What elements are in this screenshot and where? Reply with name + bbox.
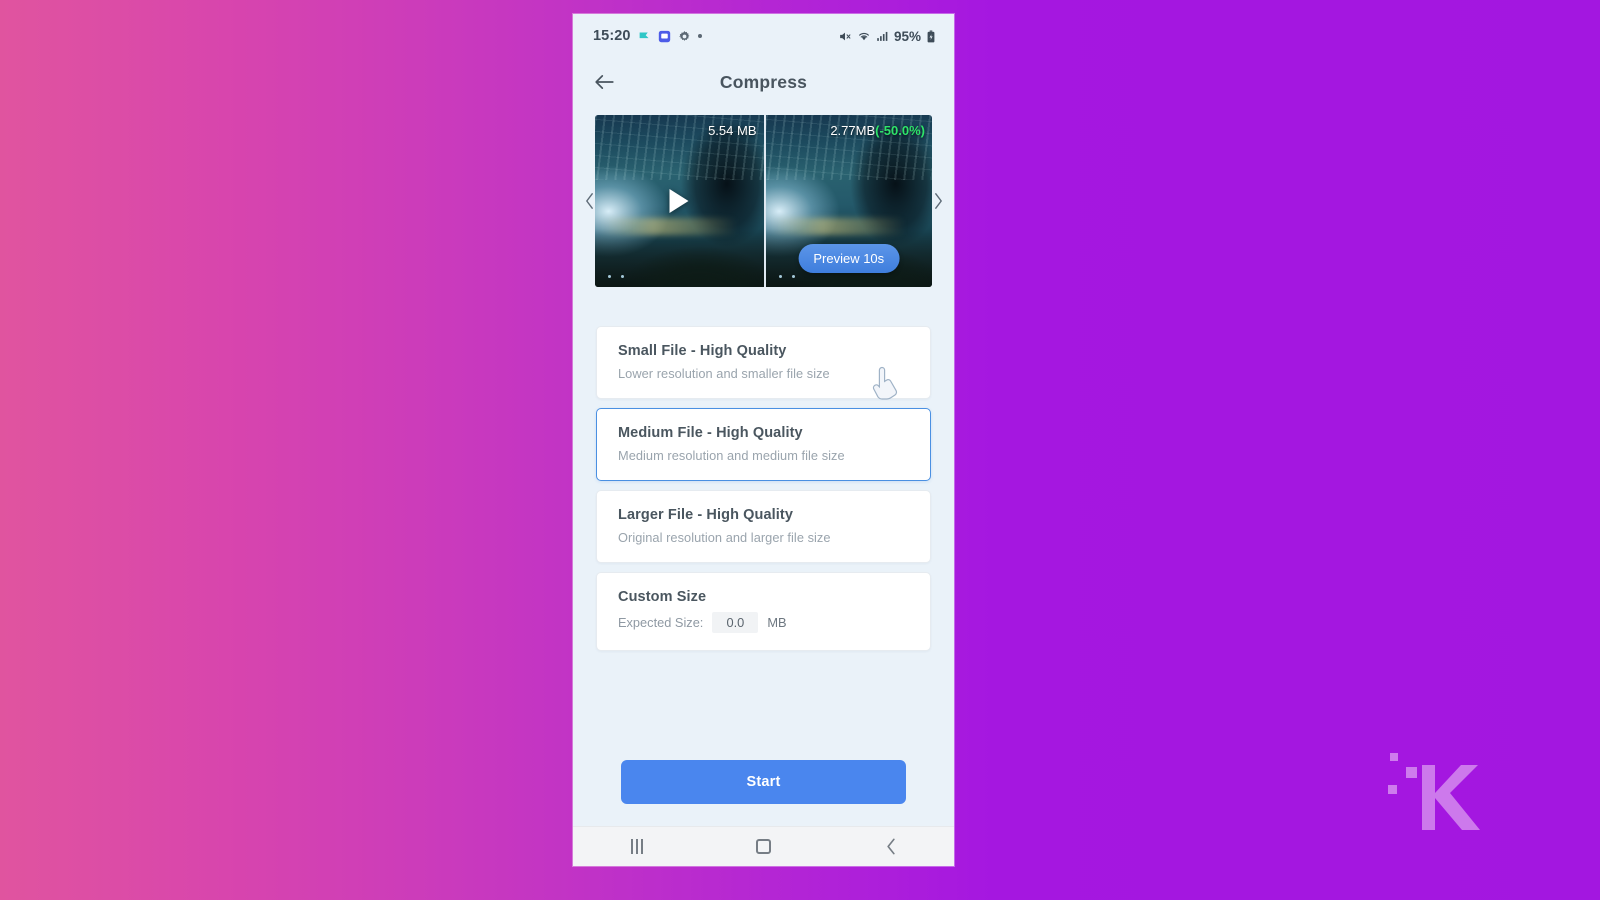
- original-video-thumbnail[interactable]: 5.54 MB: [595, 115, 764, 287]
- status-bar-left: 15:20: [593, 28, 702, 44]
- original-size-label: 5.54 MB: [708, 123, 757, 138]
- option-title: Larger File - High Quality: [618, 507, 794, 523]
- nav-back-icon[interactable]: [863, 827, 919, 867]
- app-bar: Compress: [573, 58, 954, 106]
- signal-icon: [876, 30, 889, 43]
- status-bar-right: 95%: [838, 29, 936, 44]
- option-subtitle: Medium resolution and medium file size: [618, 448, 845, 463]
- wifi-icon: [857, 30, 871, 43]
- chevron-right-icon[interactable]: [928, 184, 948, 218]
- video-streak-compressed: [772, 218, 906, 236]
- option-card-larger-file[interactable]: Larger File - High Quality Original reso…: [596, 490, 931, 563]
- option-subtitle: Lower resolution and smaller file size: [618, 366, 830, 381]
- back-arrow-icon[interactable]: [589, 67, 619, 97]
- battery-icon: [926, 29, 936, 43]
- page-backdrop: 15:20 95% Compress 5.54 MB 2.77MB(-50.0%…: [0, 0, 1600, 900]
- option-card-small-file[interactable]: Small File - High Quality Lower resoluti…: [596, 326, 931, 399]
- android-nav-bar: [573, 826, 954, 866]
- recents-icon[interactable]: [609, 827, 665, 867]
- chevron-left-icon[interactable]: [579, 184, 599, 218]
- page-title: Compress: [719, 71, 808, 92]
- option-card-custom-size[interactable]: Custom Size Expected Size: MB: [596, 572, 931, 651]
- option-title: Small File - High Quality: [618, 343, 787, 359]
- screenshot-icon: [658, 30, 671, 43]
- option-title: Medium File - High Quality: [618, 425, 803, 441]
- option-subtitle: Original resolution and larger file size: [618, 530, 831, 545]
- compressed-size-label: 2.77MB(-50.0%): [830, 123, 925, 138]
- mute-icon: [838, 30, 852, 43]
- dot-icon: [697, 34, 702, 38]
- video-specks-original: [608, 275, 625, 279]
- start-button-container: Start: [573, 760, 954, 804]
- gear-icon: [678, 30, 691, 43]
- phone-screen: 15:20 95% Compress 5.54 MB 2.77MB(-50.0%…: [573, 14, 954, 866]
- option-card-medium-file[interactable]: Medium File - High Quality Medium resolu…: [596, 408, 931, 481]
- expected-size-label: Expected Size:: [618, 615, 704, 630]
- compressed-video-thumbnail[interactable]: 2.77MB(-50.0%) Preview 10s: [763, 115, 932, 287]
- thumbnail-pair: 5.54 MB 2.77MB(-50.0%) Preview 10s: [595, 115, 932, 287]
- flag-icon: [638, 30, 651, 43]
- start-button[interactable]: Start: [621, 760, 906, 804]
- compressed-reduction-value: (-50.0%): [875, 123, 925, 138]
- video-specks-compressed: [778, 275, 795, 279]
- video-streak-original: [601, 218, 737, 236]
- status-bar: 15:20 95%: [573, 14, 954, 58]
- compression-options-list: Small File - High Quality Lower resoluti…: [573, 326, 954, 651]
- size-unit-label: MB: [767, 615, 787, 630]
- battery-percent-label: 95%: [893, 28, 921, 44]
- preview-carousel: 5.54 MB 2.77MB(-50.0%) Preview 10s: [573, 106, 954, 400]
- status-time: 15:20: [593, 28, 631, 44]
- custom-size-row: Expected Size: MB: [618, 612, 909, 633]
- k-logo-watermark: [1388, 753, 1480, 830]
- home-icon[interactable]: [736, 827, 792, 867]
- custom-size-title: Custom Size: [618, 589, 707, 605]
- expected-size-input[interactable]: [712, 612, 759, 633]
- preview-10s-button[interactable]: Preview 10s: [798, 244, 900, 273]
- compressed-size-value: 2.77MB: [830, 123, 876, 138]
- play-icon[interactable]: [669, 189, 689, 213]
